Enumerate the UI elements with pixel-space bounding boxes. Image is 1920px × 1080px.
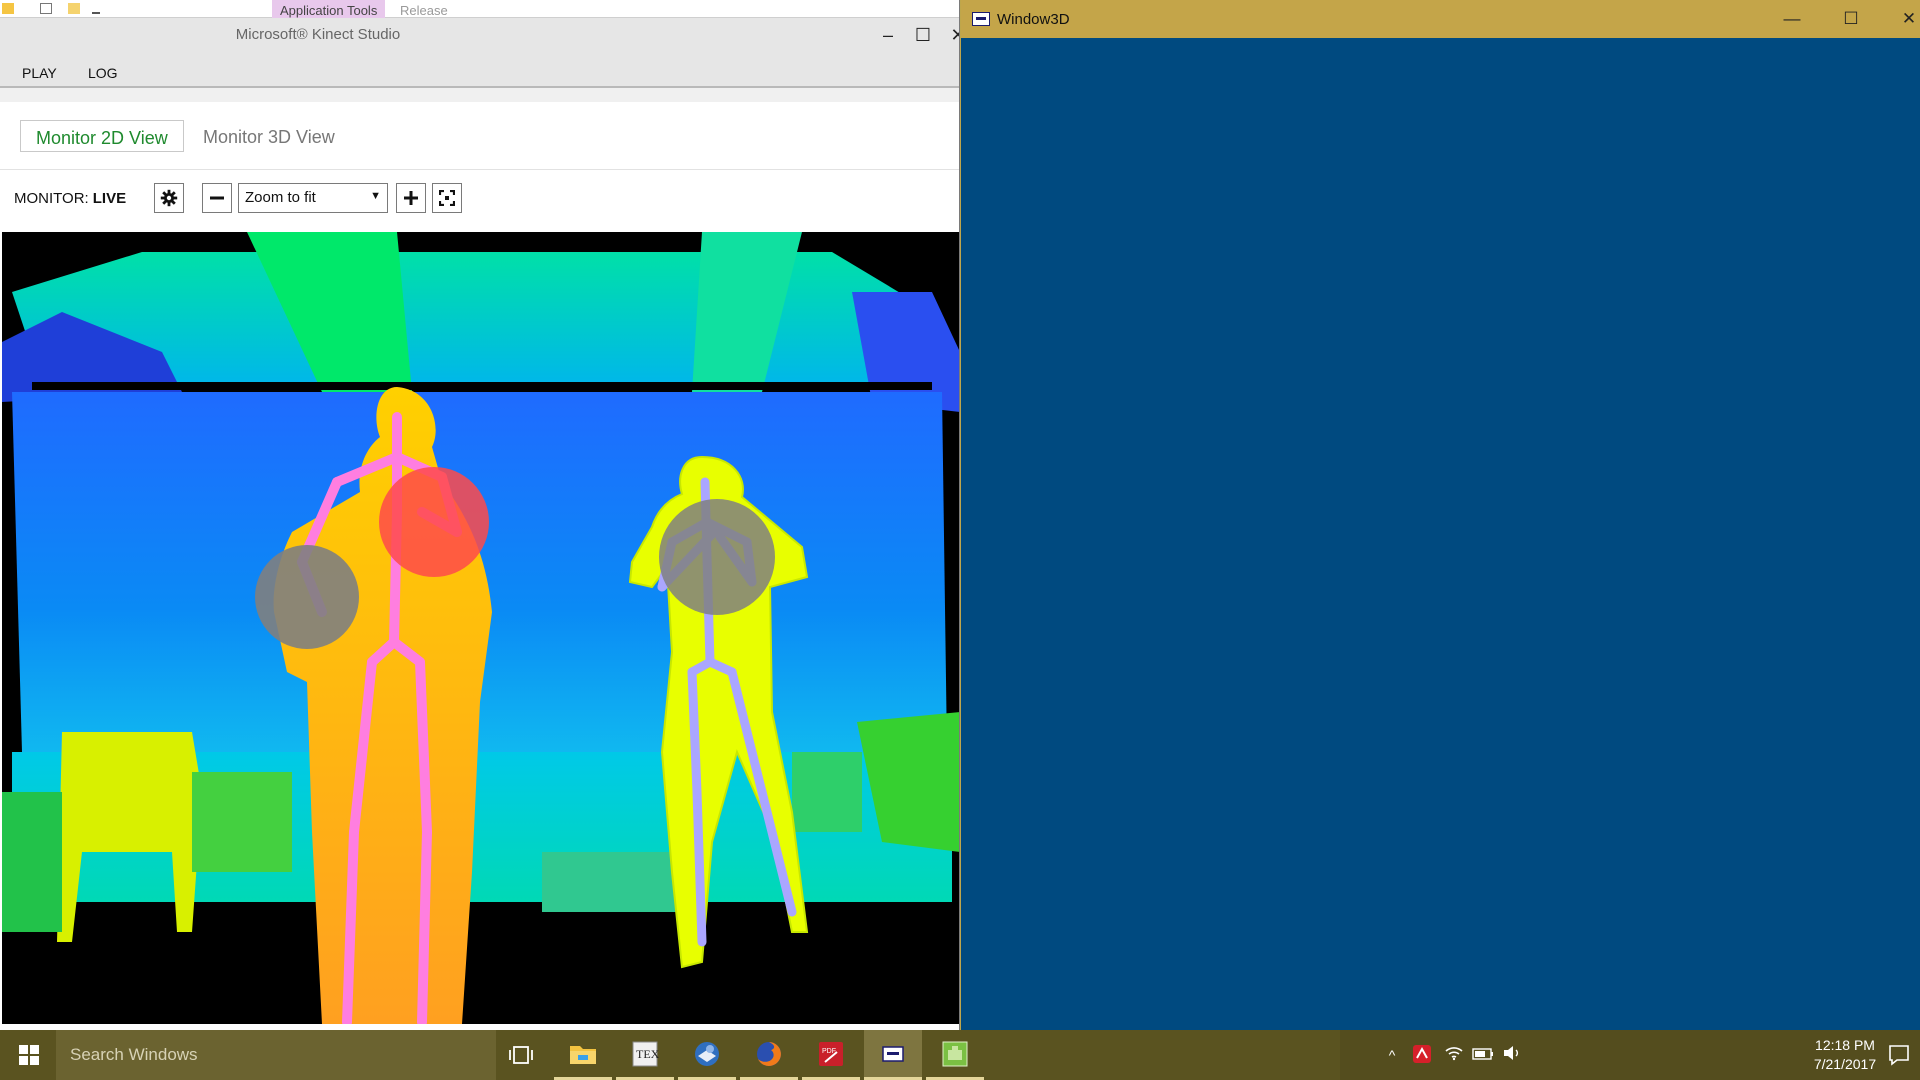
- task-view-icon: [509, 1046, 533, 1064]
- maximize-button[interactable]: ☐: [1828, 6, 1874, 32]
- tab-monitor-2d-view[interactable]: Monitor 2D View: [20, 120, 184, 152]
- hand-state-neutral-2: [659, 499, 775, 615]
- pdf-reader-button[interactable]: PDF: [802, 1030, 860, 1080]
- antivirus-icon[interactable]: [1412, 1045, 1432, 1065]
- thunderbird-button[interactable]: [678, 1030, 736, 1080]
- settings-button[interactable]: [154, 183, 184, 213]
- windows-logo-icon: [19, 1045, 39, 1065]
- app-window-icon[interactable]: [972, 12, 990, 26]
- window3d-window: Window3D — ☐ ✕: [960, 0, 1920, 1030]
- firefox-button[interactable]: [740, 1030, 798, 1080]
- chevron-down-icon: ▼: [370, 190, 381, 202]
- view-tabs: Monitor 2D View Monitor 3D View: [0, 102, 959, 170]
- thunderbird-icon: [695, 1041, 719, 1066]
- window3d-title: Window3D: [997, 11, 1070, 28]
- zoom-out-button[interactable]: [202, 183, 232, 213]
- content-gap: [0, 88, 959, 102]
- hand-state-neutral: [255, 545, 359, 649]
- monitor-status: MONITOR: LIVE: [14, 190, 126, 207]
- menu-bar: PLAY LOG: [0, 50, 959, 88]
- tex-editor-button[interactable]: TEX: [616, 1030, 674, 1080]
- minimize-button[interactable]: –: [874, 22, 902, 48]
- minimize-button[interactable]: —: [1769, 6, 1815, 32]
- window3d-taskbar-button[interactable]: [864, 1030, 922, 1080]
- wifi-icon[interactable]: [1444, 1045, 1464, 1065]
- zoom-value: Zoom to fit: [245, 189, 316, 206]
- firefox-icon: [757, 1041, 781, 1066]
- volume-icon[interactable]: [1502, 1045, 1522, 1065]
- maximize-button[interactable]: ☐: [909, 22, 937, 48]
- pdf-icon: PDF: [819, 1041, 843, 1066]
- release-tab[interactable]: Release: [400, 4, 448, 18]
- window3d-titlebar: Window3D — ☐ ✕: [961, 0, 1920, 38]
- new-folder-icon[interactable]: [68, 3, 80, 14]
- window3d-viewport[interactable]: [961, 38, 1920, 1030]
- monitor-state: LIVE: [92, 190, 127, 207]
- zoom-select[interactable]: Zoom to fit ▼: [238, 183, 388, 213]
- system-tray: ^ 12:18 PM 7/21/2017: [1340, 1030, 1920, 1080]
- gear-icon: [160, 189, 178, 207]
- start-button[interactable]: [0, 1030, 56, 1080]
- close-button[interactable]: ✕: [944, 22, 959, 48]
- properties-icon[interactable]: [40, 3, 52, 14]
- app-window-icon: [882, 1045, 904, 1062]
- folder-icon[interactable]: [2, 3, 14, 14]
- kinect-studio-taskbar-button[interactable]: [926, 1030, 984, 1080]
- hand-state-closed: [379, 467, 489, 577]
- zoom-in-button[interactable]: [396, 183, 426, 213]
- depth-view[interactable]: [2, 232, 959, 1024]
- explorer-ribbon-strip: Application Tools Release: [0, 0, 959, 18]
- monitor-toolbar: MONITOR: LIVE Zoom to fit ▼: [0, 170, 959, 232]
- close-button[interactable]: ✕: [1886, 6, 1920, 32]
- fullscreen-button[interactable]: [432, 183, 462, 213]
- task-view-button[interactable]: [492, 1030, 550, 1080]
- clock-time: 12:18 PM: [1815, 1037, 1875, 1053]
- window-title: Microsoft® Kinect Studio: [235, 26, 401, 43]
- application-tools-tab[interactable]: Application Tools: [272, 0, 386, 18]
- clock[interactable]: 12:18 PM 7/21/2017: [1800, 1036, 1890, 1074]
- search-input[interactable]: Search Windows: [56, 1030, 496, 1080]
- minus-icon: [210, 196, 224, 200]
- monitor-label: MONITOR:: [14, 190, 89, 207]
- kinect-studio-window: Application Tools Release Microsoft® Kin…: [0, 0, 960, 1030]
- tex-icon: TEX: [632, 1041, 659, 1066]
- tab-monitor-3d-view[interactable]: Monitor 3D View: [188, 120, 350, 152]
- taskbar: Search Windows TEX PDF ^ 12:18 PM 7/21/2…: [0, 1030, 1920, 1080]
- clock-date: 7/21/2017: [1813, 1056, 1877, 1072]
- folder-icon: [570, 1045, 596, 1064]
- kinect-studio-icon: [942, 1041, 968, 1066]
- notification-icon[interactable]: [1888, 1044, 1910, 1066]
- menu-play[interactable]: PLAY: [22, 65, 57, 81]
- expand-icon: [438, 189, 456, 207]
- plus-icon: [404, 191, 418, 205]
- menu-log[interactable]: LOG: [88, 65, 118, 81]
- depth-image: [2, 232, 959, 1024]
- kinect-titlebar: Microsoft® Kinect Studio – ☐ ✕: [0, 18, 959, 50]
- svg-text:TEX: TEX: [636, 1047, 659, 1061]
- customize-icon[interactable]: [92, 12, 100, 14]
- search-placeholder: Search Windows: [70, 1045, 198, 1064]
- file-explorer-button[interactable]: [554, 1030, 612, 1080]
- chevron-up-icon[interactable]: ^: [1382, 1045, 1402, 1065]
- battery-icon[interactable]: [1472, 1045, 1493, 1065]
